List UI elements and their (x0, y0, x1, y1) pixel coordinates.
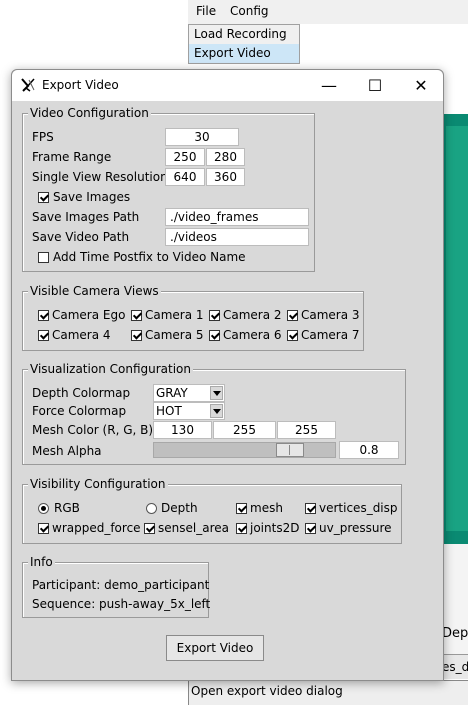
info-title: Info (28, 555, 55, 569)
camera-ego-checkbox[interactable] (38, 310, 49, 321)
maximize-button[interactable]: ☐ (352, 70, 398, 101)
camera-4-checkbox[interactable] (38, 330, 49, 341)
camera-2-label: Camera 2 (223, 308, 282, 322)
camera-3-label: Camera 3 (301, 308, 360, 322)
vertices-disp-checkbox[interactable] (305, 503, 316, 514)
camera-ego-label: Camera Ego (52, 308, 126, 322)
video-config-frame: Video Configuration FPS 30 Frame Range 2… (22, 106, 315, 272)
camera-2-checkbox[interactable] (209, 310, 220, 321)
chevron-down-icon (210, 404, 223, 418)
camera-7-checkbox[interactable] (287, 330, 298, 341)
resolution-height-input[interactable]: 360 (206, 168, 245, 186)
export-video-button[interactable]: Export Video (166, 635, 264, 661)
depth-radio[interactable] (146, 503, 157, 514)
images-path-input[interactable]: ./video_frames (165, 208, 309, 226)
joints2d-checkbox[interactable] (236, 523, 247, 534)
camera-3-checkbox[interactable] (287, 310, 298, 321)
mesh-alpha-slider[interactable] (153, 442, 336, 458)
menu-config[interactable]: Config (230, 4, 269, 18)
mesh-alpha-slider-handle[interactable] (276, 443, 304, 457)
mesh-color-g-input[interactable]: 255 (213, 421, 276, 439)
export-video-dialog: Export Video — ☐ ✕ Video Configuration F… (11, 69, 444, 681)
status-bar: Open export video dialog (188, 680, 468, 705)
depth-colormap-select[interactable]: GRAY (153, 384, 225, 402)
background-panel (440, 544, 468, 662)
wrapped-force-label: wrapped_force (52, 521, 141, 535)
camera-4-label: Camera 4 (52, 328, 111, 342)
close-button[interactable]: ✕ (398, 70, 444, 101)
maximize-icon: ☐ (367, 76, 383, 95)
save-images-label: Save Images (53, 190, 131, 204)
info-frame: Info Participant: demo_participant Seque… (22, 555, 211, 618)
camera-1-checkbox[interactable] (131, 310, 142, 321)
video-path-label: Save Video Path (32, 230, 130, 244)
camera-6-label: Camera 6 (223, 328, 282, 342)
fps-input[interactable]: 30 (165, 128, 239, 146)
mesh-alpha-input[interactable]: 0.8 (339, 441, 399, 459)
app-logo-icon (21, 78, 35, 92)
visibility-config-title: Visibility Configuration (28, 477, 168, 491)
video-canvas-frame (446, 126, 468, 531)
camera-7-label: Camera 7 (301, 328, 360, 342)
background-tab-label: es_d (442, 654, 468, 679)
chevron-down-icon (210, 386, 223, 400)
mesh-alpha-label: Mesh Alpha (32, 444, 102, 458)
mesh-color-label: Mesh Color (R, G, B) (32, 423, 154, 437)
force-colormap-value: HOT (156, 404, 182, 418)
force-colormap-select[interactable]: HOT (153, 402, 225, 420)
mesh-label: mesh (250, 501, 283, 515)
participant-text: Participant: demo_participant (32, 578, 210, 592)
mesh-color-r-input[interactable]: 130 (153, 421, 212, 439)
frame-start-input[interactable]: 250 (165, 148, 205, 166)
vertices-disp-label: vertices_disp (319, 501, 398, 515)
visualization-config-title: Visualization Configuration (28, 362, 193, 376)
camera-6-checkbox[interactable] (209, 330, 220, 341)
resolution-width-input[interactable]: 640 (165, 168, 205, 186)
video-config-title: Video Configuration (28, 106, 151, 120)
visibility-config-frame: Visibility Configuration RGB Depth mesh … (22, 477, 402, 544)
dialog-title: Export Video (42, 78, 119, 92)
time-postfix-label: Add Time Postfix to Video Name (53, 250, 246, 264)
file-dropdown-menu: Load Recording Export Video (188, 24, 300, 64)
joints2d-label: joints2D (250, 521, 300, 535)
depth-label: Depth (161, 501, 198, 515)
time-postfix-checkbox[interactable] (38, 252, 49, 263)
force-colormap-label: Force Colormap (32, 404, 127, 418)
frame-end-input[interactable]: 280 (206, 148, 245, 166)
camera-views-title: Visible Camera Views (28, 284, 161, 298)
dialog-titlebar[interactable]: Export Video — ☐ ✕ (12, 70, 443, 101)
camera-5-label: Camera 5 (145, 328, 204, 342)
rgb-radio[interactable] (38, 503, 49, 514)
frame-range-label: Frame Range (32, 150, 112, 164)
background-depth-label: Dep (442, 626, 468, 641)
camera-5-checkbox[interactable] (131, 330, 142, 341)
uv-pressure-checkbox[interactable] (305, 523, 316, 534)
rgb-label: RGB (54, 501, 80, 515)
depth-colormap-label: Depth Colormap (32, 386, 131, 400)
camera-1-label: Camera 1 (145, 308, 204, 322)
visualization-config-frame: Visualization Configuration Depth Colorm… (22, 362, 406, 465)
fps-label: FPS (32, 130, 54, 144)
wrapped-force-checkbox[interactable] (38, 523, 49, 534)
menu-item-export-video[interactable]: Export Video (189, 44, 299, 63)
save-images-checkbox[interactable] (38, 192, 49, 203)
resolution-label: Single View Resolution (32, 170, 168, 184)
sensel-area-label: sensel_area (158, 521, 229, 535)
menu-file[interactable]: File (196, 4, 216, 18)
close-icon: ✕ (414, 76, 428, 95)
menu-bar: File Config (188, 0, 468, 24)
mesh-checkbox[interactable] (236, 503, 247, 514)
sequence-text: Sequence: push-away_5x_left (32, 597, 211, 611)
minimize-button[interactable]: — (306, 70, 352, 101)
depth-colormap-value: GRAY (156, 386, 188, 400)
images-path-label: Save Images Path (32, 210, 140, 224)
menu-item-load-recording[interactable]: Load Recording (189, 25, 299, 44)
sensel-area-checkbox[interactable] (144, 523, 155, 534)
camera-views-frame: Visible Camera Views Camera Ego Camera 1… (22, 284, 364, 351)
video-path-input[interactable]: ./videos (165, 228, 309, 246)
minimize-icon: — (321, 76, 337, 95)
uv-pressure-label: uv_pressure (319, 521, 392, 535)
mesh-color-b-input[interactable]: 255 (277, 421, 336, 439)
